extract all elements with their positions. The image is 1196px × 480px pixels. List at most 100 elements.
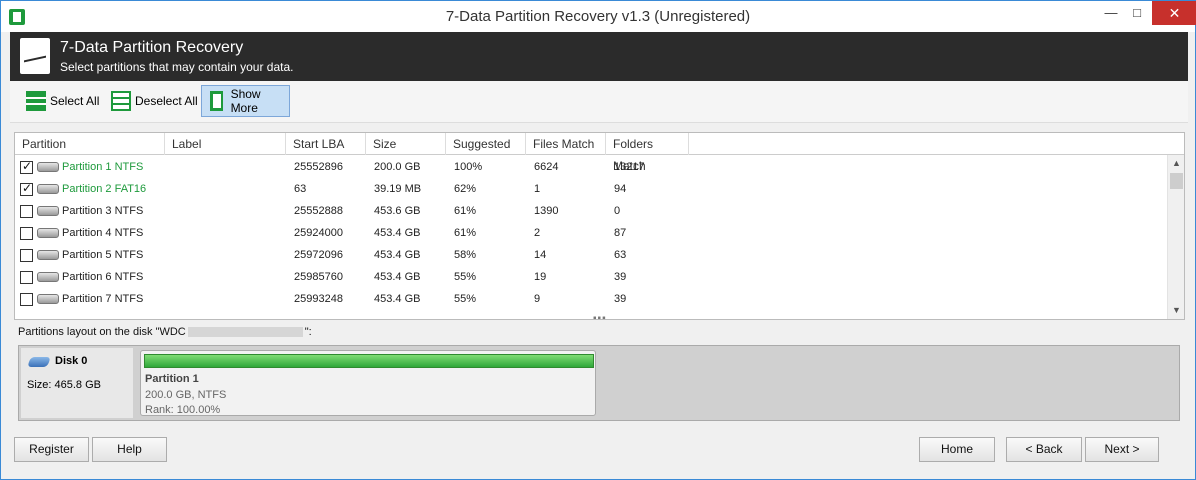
partition-block[interactable]: Partition 1 200.0 GB, NTFS Rank: 100.00% [140, 350, 596, 416]
column-files-match[interactable]: Files Match [526, 133, 606, 155]
start-lba: 25924000 [294, 227, 343, 239]
partition-usage-bar [144, 354, 594, 368]
partition-name: Partition 2 FAT16 [62, 183, 147, 195]
partition-name: Partition 6 NTFS [62, 271, 144, 283]
files-match: 9 [534, 293, 541, 305]
column-size[interactable]: Size [366, 133, 446, 155]
show-more-button[interactable]: Show More [201, 85, 290, 117]
partition-name: Partition 3 NTFS [62, 205, 144, 217]
disk-size: Size: 465.8 GB [27, 379, 101, 391]
start-lba: 25985760 [294, 271, 343, 283]
files-match: 2 [534, 227, 541, 239]
column-partition[interactable]: Partition [15, 133, 165, 155]
scroll-down-icon[interactable]: ▼ [1168, 302, 1185, 319]
select-all-icon [26, 91, 46, 111]
suggested: 55% [454, 293, 477, 305]
layout-caption: Partitions layout on the disk "WDC ": [18, 326, 312, 338]
scroll-thumb[interactable] [1170, 173, 1183, 189]
title-bar: 7-Data Partition Recovery v1.3 (Unregist… [1, 1, 1196, 32]
partition-table: Partition Label Start LBA Size Suggested… [14, 132, 1185, 324]
row-checkbox[interactable] [20, 159, 33, 174]
table-header: Partition Label Start LBA Size Suggested… [15, 133, 1184, 173]
partition-name: Partition 4 NTFS [62, 227, 144, 239]
redacted-disk-model [187, 327, 303, 338]
table-row[interactable]: Partition 7 NTFS 25993248 453.4 GB 55% 9… [15, 288, 1167, 310]
folders-match: 39 [614, 271, 627, 283]
size: 453.4 GB [374, 227, 421, 239]
drive-icon [37, 206, 59, 216]
partition-name: Partition 5 NTFS [62, 249, 144, 261]
folders-match: 87 [614, 227, 627, 239]
column-folders-match[interactable]: Folders Match [606, 133, 689, 173]
minimize-button[interactable]: — [1098, 1, 1124, 25]
partition-block-title: Partition 1 [145, 373, 199, 385]
folders-match: 94 [614, 183, 627, 195]
select-all-label: Select All [50, 94, 100, 108]
row-checkbox[interactable] [20, 271, 33, 284]
size: 200.0 GB [374, 161, 421, 173]
deselect-all-label: Deselect All [135, 94, 198, 108]
folders-match: 63 [614, 249, 627, 261]
partition-name: Partition 7 NTFS [62, 293, 144, 305]
partition-name: Partition 1 NTFS [62, 161, 144, 173]
layout-caption-prefix: Partitions layout on the disk "WDC [18, 326, 186, 338]
row-checkbox[interactable] [20, 293, 33, 306]
back-button[interactable]: < Back [1006, 437, 1082, 462]
table-row[interactable]: Partition 2 FAT16 63 39.19 MB 62% 1 94 [15, 178, 1167, 200]
suggested: 58% [454, 249, 477, 261]
size: 453.4 GB [374, 249, 421, 261]
table-row[interactable]: Partition 1 NTFS 25552896 200.0 GB 100% … [15, 156, 1167, 178]
row-checkbox[interactable] [20, 227, 33, 240]
table-row[interactable]: Partition 6 NTFS 25985760 453.4 GB 55% 1… [15, 266, 1167, 288]
disk-info[interactable]: Disk 0 Size: 465.8 GB [21, 348, 133, 418]
size: 453.4 GB [374, 293, 421, 305]
disk-icon [27, 357, 51, 367]
partition-block-detail: 200.0 GB, NTFS [145, 389, 227, 401]
header-title: 7-Data Partition Recovery [60, 39, 244, 56]
row-checkbox[interactable] [20, 249, 33, 262]
folders-match: 13217 [614, 161, 645, 173]
column-start-lba[interactable]: Start LBA [286, 133, 366, 155]
suggested: 61% [454, 227, 477, 239]
help-button[interactable]: Help [92, 437, 167, 462]
window-title: 7-Data Partition Recovery v1.3 (Unregist… [445, 8, 751, 25]
close-button[interactable]: ✕ [1152, 1, 1196, 25]
drive-icon [37, 250, 59, 260]
folders-match: 39 [614, 293, 627, 305]
disk-name: Disk 0 [55, 355, 88, 367]
column-label[interactable]: Label [165, 133, 286, 155]
row-checkbox[interactable] [20, 205, 33, 218]
start-lba: 25552888 [294, 205, 343, 217]
files-match: 6624 [534, 161, 559, 173]
size: 453.6 GB [374, 205, 421, 217]
select-all-button[interactable]: Select All [22, 85, 103, 117]
maximize-button[interactable]: □ [1124, 1, 1150, 25]
drive-icon [37, 294, 59, 304]
resize-grip-icon[interactable]: ▪▪▪ [593, 313, 607, 324]
suggested: 62% [454, 183, 477, 195]
register-button[interactable]: Register [14, 437, 89, 462]
drive-icon [37, 272, 59, 282]
drive-icon [37, 162, 59, 172]
partition-block-rank: Rank: 100.00% [145, 404, 221, 416]
show-more-icon [210, 91, 223, 111]
scroll-up-icon[interactable]: ▲ [1168, 155, 1185, 172]
table-row[interactable]: Partition 4 NTFS 25924000 453.4 GB 61% 2… [15, 222, 1167, 244]
deselect-all-button[interactable]: Deselect All [107, 85, 202, 117]
row-checkbox[interactable] [20, 181, 33, 196]
folders-match: 0 [614, 205, 621, 217]
table-scrollbar[interactable]: ▲ ▼ [1167, 155, 1184, 319]
drive-icon [37, 184, 59, 194]
header-subtitle: Select partitions that may contain your … [60, 60, 294, 74]
show-more-label: Show More [230, 87, 261, 115]
table-row[interactable]: Partition 3 NTFS 25552888 453.6 GB 61% 1… [15, 200, 1167, 222]
files-match: 1390 [534, 205, 559, 217]
start-lba: 25552896 [294, 161, 343, 173]
home-button[interactable]: Home [919, 437, 995, 462]
files-match: 19 [534, 271, 547, 283]
files-match: 1 [534, 183, 541, 195]
size: 453.4 GB [374, 271, 421, 283]
next-button[interactable]: Next > [1085, 437, 1159, 462]
table-row[interactable]: Partition 5 NTFS 25972096 453.4 GB 58% 1… [15, 244, 1167, 266]
column-suggested[interactable]: Suggested [446, 133, 526, 155]
